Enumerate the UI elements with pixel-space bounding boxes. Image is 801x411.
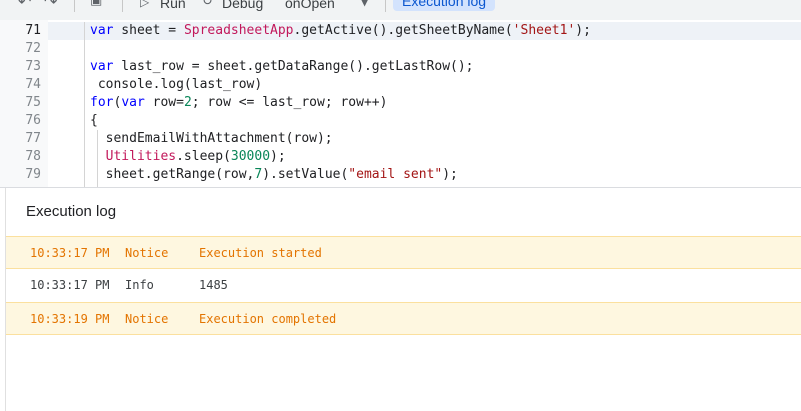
redo-icon[interactable]: ↷: [44, 0, 57, 12]
code-token: sheet.getRange(row,: [90, 167, 255, 182]
log-time: 10:33:17 PM: [30, 246, 110, 260]
code-line[interactable]: var last_row = sheet.getDataRange().getL…: [90, 58, 474, 76]
code-token: SpreadsheetApp: [183, 23, 294, 38]
code-token: );: [270, 149, 286, 164]
line-number: 74: [25, 77, 41, 92]
line-number: 75: [25, 95, 41, 110]
log-entry: 10:33:17 PM Info 1485: [6, 269, 801, 302]
line-number: 72: [25, 41, 41, 56]
log-level: Notice: [125, 312, 169, 326]
code-token: for: [90, 95, 114, 110]
code-line[interactable]: console.log(last_row): [90, 76, 262, 94]
toolbar-divider: [122, 0, 123, 12]
toolbar-divider: [385, 0, 386, 12]
log-message: Execution started: [199, 246, 322, 260]
code-token: sendEmailWithAttachment(row);: [90, 131, 333, 146]
log-message: 1485: [199, 278, 228, 292]
code-token: 'Sheet1': [512, 23, 576, 38]
code-line[interactable]: sendEmailWithAttachment(row);: [90, 130, 333, 148]
code-token: console.log(last_row): [90, 77, 263, 92]
chevron-down-icon[interactable]: ▼: [360, 0, 369, 11]
code-token: var: [90, 23, 114, 38]
code-line[interactable]: for(var row=2; row <= last_row; row++): [90, 94, 387, 112]
code-line[interactable]: sheet.getRange(row,7).setValue("email se…: [90, 166, 458, 184]
code-token: ; row <= last_row; row++): [191, 95, 388, 110]
line-number-gutter: 71 72 73 74 75 76 77 78 79: [0, 20, 48, 187]
function-select[interactable]: onOpen: [285, 0, 335, 13]
run-icon[interactable]: ▷: [140, 0, 149, 12]
code-token: var: [121, 95, 145, 110]
log-time: 10:33:19 PM: [30, 312, 110, 326]
code-token: );: [575, 23, 591, 38]
code-token: .sleep(: [176, 149, 231, 164]
log-message: Execution completed: [199, 312, 337, 326]
code-line[interactable]: var sheet = SpreadsheetApp.getActive().g…: [90, 22, 591, 40]
code-token: );: [442, 167, 458, 182]
code-token: 30000: [230, 149, 271, 164]
code-editor[interactable]: 71 72 73 74 75 76 77 78 79 var sheet = Spreadshe…: [0, 20, 801, 187]
save-icon[interactable]: ▣: [90, 0, 102, 11]
editor-toolbar: ↶ ↷ ▣ ▷ Run ↻ Debug onOpen ▼ Execution l…: [0, 0, 801, 21]
debug-button[interactable]: Debug: [222, 0, 263, 13]
log-entry: 10:33:19 PM Notice Execution completed: [6, 302, 801, 335]
code-token: last_row = sheet.getDataRange().getLastR…: [113, 59, 474, 74]
code-token: var: [90, 59, 114, 74]
execution-log-button[interactable]: Execution log: [393, 0, 496, 11]
line-number: 79: [25, 167, 41, 182]
code-token: .getActive().getSheetByName(: [293, 23, 513, 38]
code-token: 2: [183, 95, 192, 110]
toolbar-divider: [74, 0, 75, 12]
execution-log-title: Execution log: [26, 203, 117, 220]
line-number: 77: [25, 131, 41, 146]
log-level: Notice: [125, 246, 169, 260]
code-token: "email sent": [348, 167, 443, 182]
undo-icon[interactable]: ↶: [18, 0, 31, 12]
line-number: 78: [25, 149, 41, 164]
execution-log-panel: Execution log 10:33:17 PM Notice Execution…: [5, 188, 801, 411]
code-token: {: [90, 113, 98, 128]
indent-guide: [84, 22, 85, 187]
code-token: sheet =: [113, 23, 184, 38]
code-line[interactable]: Utilities.sleep(30000);: [90, 148, 286, 166]
code-token: row=: [144, 95, 184, 110]
run-button[interactable]: Run: [160, 0, 186, 13]
code-token: ).setValue(: [262, 167, 349, 182]
line-number: 76: [25, 113, 41, 128]
line-number: 73: [25, 59, 41, 74]
log-time: 10:33:17 PM: [30, 278, 110, 292]
log-entry: 10:33:17 PM Notice Execution started: [6, 236, 801, 269]
code-token: Utilities: [105, 149, 177, 164]
code-line[interactable]: {: [90, 112, 98, 130]
log-level: Info: [125, 278, 154, 292]
line-number: 71: [25, 23, 41, 38]
debug-icon[interactable]: ↻: [202, 0, 213, 12]
